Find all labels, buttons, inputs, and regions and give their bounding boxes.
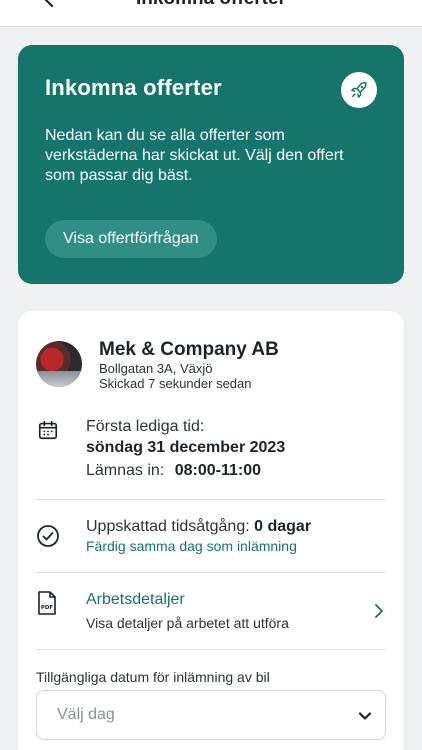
chevron-down-icon bbox=[358, 712, 372, 720]
estimate-note: Färdig samma dag som inlämning bbox=[86, 538, 297, 554]
workshop-avatar bbox=[36, 341, 82, 387]
work-details-subtitle: Visa detaljer på arbetet att utföra bbox=[86, 615, 289, 631]
dropoff-time: 08:00-11:00 bbox=[174, 462, 262, 479]
calendar-icon bbox=[38, 420, 58, 440]
offer-card: Mek & Company AB Bollgatan 3A, Växjö Ski… bbox=[18, 311, 404, 750]
dropoff-date-select[interactable]: Välj dag bbox=[36, 690, 386, 740]
sent-time: Skickad 7 sekunder sedan bbox=[99, 376, 252, 391]
date-select-placeholder: Välj dag bbox=[57, 706, 115, 723]
check-circle-icon bbox=[37, 525, 59, 547]
estimate-label: Uppskattad tidsåtgång: bbox=[86, 518, 250, 535]
page-title: Inkomna offerter bbox=[0, 0, 422, 10]
estimate-block: Uppskattad tidsåtgång: 0 dagar Färdig sa… bbox=[86, 518, 311, 554]
first-available-block: Första lediga tid: söndag 31 december 20… bbox=[86, 418, 285, 480]
rocket-icon bbox=[341, 72, 377, 108]
work-details-title: Arbetsdetaljer bbox=[86, 591, 185, 608]
divider bbox=[36, 499, 386, 500]
pdf-file-icon: PDF bbox=[38, 591, 56, 615]
work-details-link[interactable]: PDF Arbetsdetaljer Visa detaljer på arbe… bbox=[18, 573, 404, 649]
divider bbox=[36, 649, 386, 650]
banner-title: Inkomna offerter bbox=[45, 75, 222, 100]
dropoff-dates-label: Tillgängliga datum för inlämning av bil bbox=[36, 669, 270, 685]
estimate-row: Uppskattad tidsåtgång: 0 dagar bbox=[86, 518, 311, 536]
top-navigation-bar: Inkomna offerter bbox=[0, 0, 422, 27]
dropoff-row: Lämnas in: 08:00-11:00 bbox=[86, 462, 285, 480]
svg-text:PDF: PDF bbox=[41, 605, 54, 611]
dropoff-label: Lämnas in: bbox=[86, 462, 165, 479]
view-quote-request-button[interactable]: Visa offertförfrågan bbox=[45, 220, 217, 258]
chevron-right-icon bbox=[375, 604, 383, 618]
first-available-date: söndag 31 december 2023 bbox=[86, 439, 286, 456]
company-address: Bollgatan 3A, Växjö bbox=[99, 361, 213, 376]
first-available-label: Första lediga tid: bbox=[86, 418, 205, 435]
banner-description: Nedan kan du se alla offerter som verkst… bbox=[45, 127, 344, 184]
estimate-value: 0 dagar bbox=[254, 518, 312, 535]
info-banner: Inkomna offerter Nedan kan du se alla of… bbox=[18, 45, 404, 284]
company-name: Mek & Company AB bbox=[99, 339, 279, 360]
